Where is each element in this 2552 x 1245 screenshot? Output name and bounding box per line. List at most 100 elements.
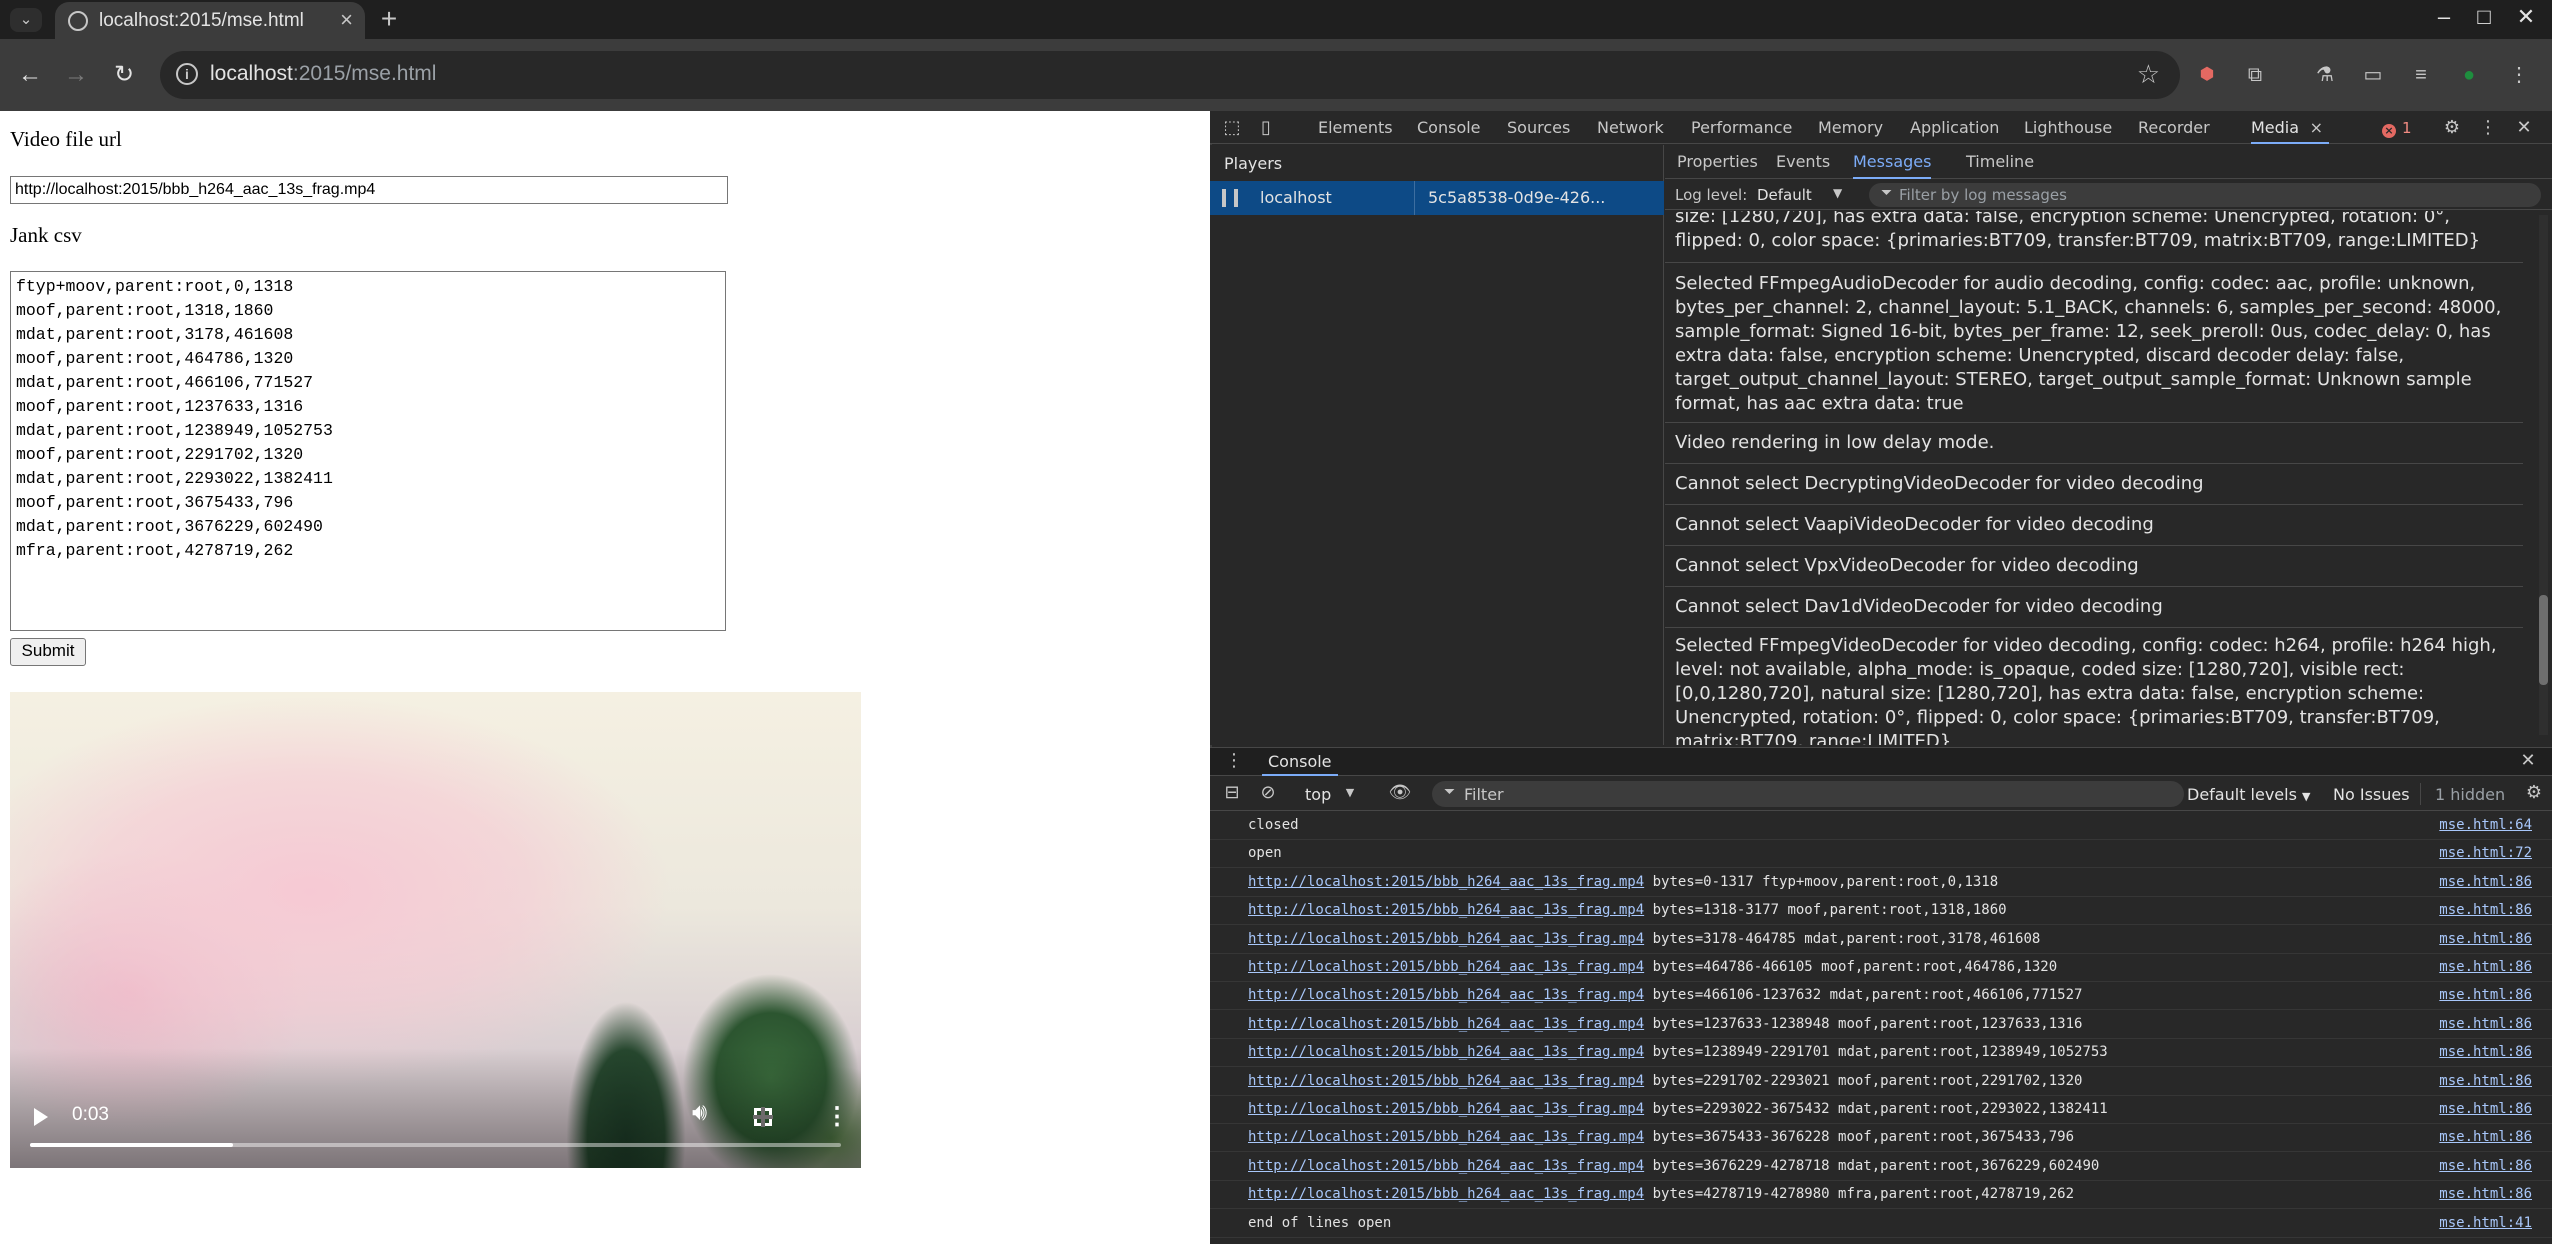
ublock-extension-icon[interactable]: ⬢ [2192, 60, 2222, 90]
console-context-select[interactable]: top [1305, 785, 1331, 804]
console-source-link[interactable]: mse.html:86 [2439, 1129, 2532, 1145]
messages-scroll-thumb[interactable] [2539, 595, 2548, 685]
forward-arrow-icon[interactable]: → [56, 55, 96, 95]
console-source-link[interactable]: mse.html:86 [2439, 1101, 2532, 1117]
site-info-icon[interactable]: i [176, 63, 198, 85]
devtools-tab-lighthouse[interactable]: Lighthouse [2024, 111, 2112, 144]
console-source-link[interactable]: mse.html:41 [2439, 1215, 2532, 1231]
devtools-tab-sources[interactable]: Sources [1507, 111, 1570, 144]
browser-tab-active[interactable]: localhost:2015/mse.html × [55, 2, 365, 39]
inspect-element-icon[interactable]: ⬚ [1220, 117, 1244, 138]
browser-menu-icon[interactable]: ⋮ [2504, 60, 2534, 90]
video-url-input[interactable]: http://localhost:2015/bbb_h264_aac_13s_f… [10, 176, 728, 204]
devtools-tab-elements[interactable]: Elements [1318, 111, 1393, 144]
console-source-link[interactable]: mse.html:86 [2439, 1044, 2532, 1060]
devtools-more-icon[interactable]: ⋮ [2476, 117, 2500, 138]
players-title: Players [1224, 154, 1283, 173]
devtools-tab-memory[interactable]: Memory [1818, 111, 1883, 144]
chevron-down-icon[interactable]: ▼ [1833, 186, 1842, 200]
new-tab-plus-icon[interactable]: + [372, 3, 406, 35]
live-expression-eye-icon[interactable]: 👁︎ [1388, 782, 1412, 803]
play-icon[interactable] [34, 1108, 48, 1126]
jank-csv-textarea[interactable]: ftyp+moov,parent:root,0,1318 moof,parent… [10, 271, 726, 631]
media-tab-close-icon[interactable]: × [2310, 111, 2323, 144]
console-source-link[interactable]: mse.html:86 [2439, 1158, 2532, 1174]
console-message-link[interactable]: http://localhost:2015/bbb_h264_aac_13s_f… [1248, 987, 1644, 1003]
devtools-settings-gear-icon[interactable]: ⚙ [2440, 117, 2464, 138]
console-source-link[interactable]: mse.html:86 [2439, 959, 2532, 975]
log-level-select[interactable]: Default [1757, 186, 1812, 204]
video-player[interactable]: 0:03 🔊︎ ⋮ [10, 692, 861, 1168]
media-queue-icon[interactable]: ≡ [2406, 60, 2436, 90]
console-source-link[interactable]: mse.html:86 [2439, 874, 2532, 890]
tab-search-chevron-icon[interactable]: ⌄ [10, 8, 42, 32]
console-message-link[interactable]: http://localhost:2015/bbb_h264_aac_13s_f… [1248, 931, 1644, 947]
console-settings-gear-icon[interactable]: ⚙ [2522, 782, 2546, 803]
sidebar-toggle-icon[interactable]: ⊟ [1220, 782, 1244, 803]
devtools-tab-network[interactable]: Network [1597, 111, 1664, 144]
devtools-close-icon[interactable]: ✕ [2512, 117, 2536, 138]
submit-button[interactable]: Submit [10, 638, 86, 666]
console-source-link[interactable]: mse.html:86 [2439, 1073, 2532, 1089]
extensions-puzzle-icon[interactable]: ⧉ [2240, 60, 2270, 90]
window-close-icon[interactable]: ✕ [2506, 4, 2546, 30]
media-tab-timeline[interactable]: Timeline [1966, 145, 2034, 179]
video-url-label: Video file url [10, 127, 122, 151]
console-source-link[interactable]: mse.html:86 [2439, 1016, 2532, 1032]
fullscreen-icon[interactable] [753, 1107, 773, 1127]
video-seek-bar[interactable] [30, 1143, 841, 1147]
reload-icon[interactable]: ↻ [104, 55, 144, 95]
drawer-menu-icon[interactable]: ⋮ [1222, 750, 1246, 771]
context-chevron-down-icon[interactable]: ▼ [1338, 786, 1362, 799]
console-message-link[interactable]: http://localhost:2015/bbb_h264_aac_13s_f… [1248, 1101, 1644, 1117]
console-message-link[interactable]: http://localhost:2015/bbb_h264_aac_13s_f… [1248, 874, 1644, 890]
media-tab-messages[interactable]: Messages [1853, 145, 1932, 179]
flask-icon[interactable]: ⚗ [2310, 60, 2340, 90]
messages-scrollbar[interactable] [2539, 215, 2548, 735]
player-row[interactable]: localhost 5c5a8538-0d9e-426... [1210, 181, 1664, 215]
devtools-tab-recorder[interactable]: Recorder [2138, 111, 2210, 144]
console-source-link[interactable]: mse.html:86 [2439, 931, 2532, 947]
console-message-link[interactable]: http://localhost:2015/bbb_h264_aac_13s_f… [1248, 902, 1644, 918]
media-tab-events[interactable]: Events [1776, 145, 1830, 179]
minimize-icon[interactable]: – [2424, 4, 2464, 30]
console-message-link[interactable]: http://localhost:2015/bbb_h264_aac_13s_f… [1248, 1186, 1644, 1202]
devtools-tab-console[interactable]: Console [1417, 111, 1481, 144]
console-message-link[interactable]: http://localhost:2015/bbb_h264_aac_13s_f… [1248, 1044, 1644, 1060]
cast-icon[interactable]: ▭ [2358, 60, 2388, 90]
clear-console-icon[interactable]: ⊘ [1256, 782, 1280, 803]
url-text[interactable]: localhost:2015/mse.html [210, 62, 436, 86]
console-drawer-tab[interactable]: Console [1262, 748, 1338, 776]
console-levels-select[interactable]: Default levels ▼ [2187, 785, 2311, 804]
tab-close-icon[interactable]: × [340, 7, 353, 33]
console-issues-button[interactable]: No Issues [2333, 785, 2410, 804]
devtools-tab-application[interactable]: Application [1910, 111, 1999, 144]
device-toolbar-icon[interactable]: ▯ [1254, 117, 1278, 138]
devtools-tab-performance[interactable]: Performance [1691, 111, 1792, 144]
console-source-link[interactable]: mse.html:64 [2439, 817, 2532, 833]
console-message-link[interactable]: http://localhost:2015/bbb_h264_aac_13s_f… [1248, 959, 1644, 975]
console-source-link[interactable]: mse.html:86 [2439, 1186, 2532, 1202]
devtools-tab-media[interactable]: Media × [2251, 111, 2330, 144]
media-tab-properties[interactable]: Properties [1677, 145, 1758, 179]
bookmark-star-icon[interactable]: ☆ [2137, 59, 2160, 90]
filter-icon: ⏷ [1444, 784, 1456, 800]
console-source-link[interactable]: mse.html:86 [2439, 902, 2532, 918]
more-options-icon[interactable]: ⋮ [825, 1102, 849, 1131]
console-message-link[interactable]: http://localhost:2015/bbb_h264_aac_13s_f… [1248, 1129, 1644, 1145]
profile-avatar-icon[interactable]: ● [2454, 60, 2484, 90]
back-arrow-icon[interactable]: ← [10, 55, 50, 95]
console-source-link[interactable]: mse.html:72 [2439, 845, 2532, 861]
maximize-icon[interactable]: □ [2464, 4, 2504, 30]
address-bar[interactable]: i localhost:2015/mse.html ☆ [160, 51, 2180, 99]
devtools-tab-media-label: Media [2251, 118, 2300, 137]
console-message-link[interactable]: http://localhost:2015/bbb_h264_aac_13s_f… [1248, 1016, 1644, 1032]
drawer-close-icon[interactable]: ✕ [2516, 750, 2540, 771]
console-message-link[interactable]: http://localhost:2015/bbb_h264_aac_13s_f… [1248, 1073, 1644, 1089]
console-source-link[interactable]: mse.html:86 [2439, 987, 2532, 1003]
log-filter-input[interactable]: ⏷ Filter by log messages [1869, 183, 2541, 207]
error-count-badge[interactable]: × 1 [2382, 119, 2412, 138]
console-message-link[interactable]: http://localhost:2015/bbb_h264_aac_13s_f… [1248, 1158, 1644, 1174]
console-filter-input[interactable]: ⏷ Filter [1432, 781, 2184, 807]
volume-icon[interactable]: 🔊︎ [692, 1100, 707, 1127]
